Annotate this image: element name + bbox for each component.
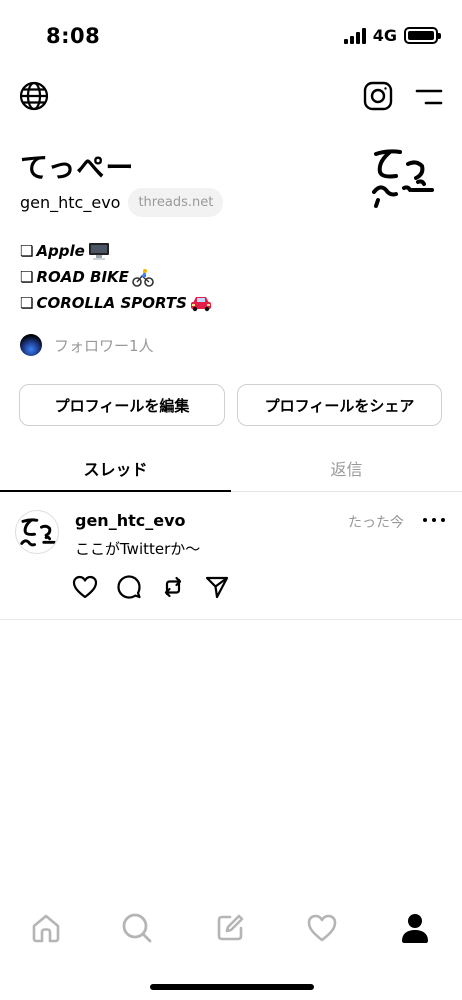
status-indicators: 4G [343, 26, 441, 45]
cyclist-icon [132, 268, 154, 287]
search-icon[interactable] [112, 905, 162, 951]
car-icon [190, 294, 212, 312]
post-actions [72, 574, 230, 600]
activity-icon[interactable] [297, 905, 347, 951]
edit-profile-button[interactable]: プロフィールを編集 [19, 384, 225, 426]
bio-text: ROAD BIKE [36, 268, 129, 286]
followers-count: フォロワー1人 [54, 336, 154, 355]
status-time: 8:08 [46, 24, 101, 48]
home-indicator [150, 984, 314, 990]
compose-icon[interactable] [205, 905, 255, 951]
signal-icon [343, 27, 366, 44]
more-options-icon[interactable] [423, 510, 445, 530]
bio-line: ❏ Apple [20, 238, 212, 264]
network-type: 4G [372, 26, 397, 45]
profile-name: てっぺー [20, 151, 135, 184]
profile-icon[interactable] [390, 905, 440, 951]
like-icon[interactable] [72, 574, 98, 600]
thread-post[interactable]: gen_htc_evo たった今 ここがTwitterか〜 [0, 492, 462, 620]
tab-replies[interactable]: 返信 [231, 446, 462, 490]
post-time: たった今 [348, 515, 404, 531]
tab-threads[interactable]: スレッド [0, 446, 231, 492]
bio-line: ❏ COROLLA SPORTS [20, 290, 212, 316]
profile-handle: gen_htc_evo [20, 193, 121, 212]
share-profile-button[interactable]: プロフィールをシェア [237, 384, 442, 426]
share-icon[interactable] [204, 574, 230, 600]
instagram-icon[interactable] [362, 80, 394, 112]
followers-row[interactable]: フォロワー1人 [20, 334, 154, 356]
bio-bullet: ❏ [20, 242, 34, 260]
post-avatar[interactable] [15, 510, 59, 554]
globe-icon[interactable] [18, 80, 50, 112]
desktop-computer-icon [88, 242, 110, 260]
bio-line: ❏ ROAD BIKE [20, 264, 212, 290]
post-text: ここがTwitterか〜 [75, 540, 201, 558]
bottom-nav [0, 905, 462, 955]
battery-icon [404, 27, 441, 44]
repost-icon[interactable] [160, 574, 186, 600]
menu-icon[interactable] [414, 86, 444, 108]
bio-bullet: ❏ [20, 268, 34, 286]
status-bar: 8:08 4G [0, 0, 462, 70]
bio-text: Apple [36, 242, 85, 260]
profile-tabs: スレッド 返信 [0, 446, 462, 492]
threads-domain-badge[interactable]: threads.net [128, 188, 224, 217]
profile-bio: ❏ Apple ❏ ROAD BIKE ❏ COROLLA SPORTS [20, 238, 212, 316]
handle-row: gen_htc_evo threads.net [20, 188, 224, 217]
bio-text: COROLLA SPORTS [36, 294, 187, 312]
home-icon[interactable] [21, 905, 71, 951]
reply-icon[interactable] [116, 574, 142, 600]
post-username[interactable]: gen_htc_evo [75, 511, 186, 530]
follower-avatar [20, 334, 42, 356]
bio-bullet: ❏ [20, 294, 34, 312]
profile-avatar[interactable] [366, 140, 442, 216]
